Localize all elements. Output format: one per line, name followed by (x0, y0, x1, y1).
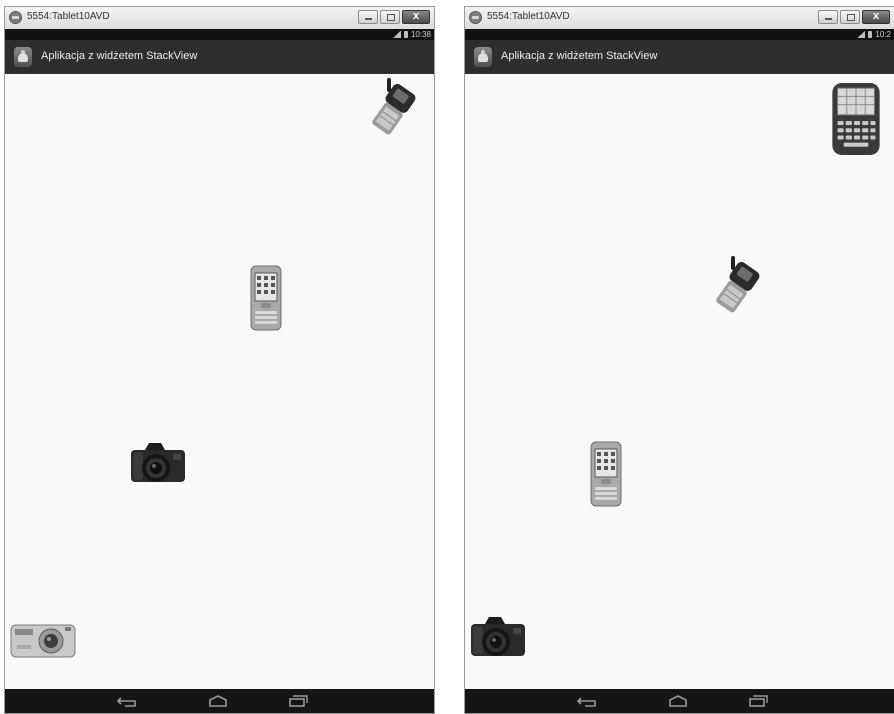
recent-apps-icon[interactable] (288, 695, 308, 707)
minimize-button[interactable] (358, 10, 378, 24)
android-status-bar: 10:38 (5, 29, 434, 40)
emulator-app-icon (9, 11, 22, 24)
back-icon[interactable] (117, 695, 139, 707)
android-nav-bar (465, 689, 894, 713)
keyboard-phone-image[interactable] (829, 82, 883, 156)
signal-icon (857, 31, 866, 38)
battery-icon (403, 31, 408, 38)
emulator-window-1: 5554:Tablet10AVD 10:38 Aplikacja z widże… (4, 6, 435, 714)
back-icon[interactable] (577, 695, 599, 707)
status-time: 10:2 (875, 30, 891, 39)
maximize-button[interactable] (840, 10, 860, 24)
app-title: Aplikacja z widżetem StackView (41, 50, 198, 62)
android-nav-bar (5, 689, 434, 713)
pda-phone-image[interactable] (249, 264, 283, 332)
emulator-window-2: 5554:Tablet10AVD 10:2 Aplikacja z widżet… (464, 6, 894, 714)
window-title: 5554:Tablet10AVD (27, 11, 110, 22)
android-status-bar: 10:2 (465, 29, 894, 40)
flip-phone-image[interactable] (709, 254, 773, 318)
window-titlebar: 5554:Tablet10AVD (5, 7, 434, 30)
android-app-icon[interactable] (474, 47, 492, 67)
window-titlebar: 5554:Tablet10AVD (465, 7, 894, 30)
action-bar: Aplikacja z widżetem StackView (5, 40, 434, 74)
app-title: Aplikacja z widżetem StackView (501, 50, 658, 62)
maximize-button[interactable] (380, 10, 400, 24)
emulator-app-icon (469, 11, 482, 24)
recent-apps-icon[interactable] (748, 695, 768, 707)
stackview[interactable] (5, 74, 434, 689)
home-icon[interactable] (668, 695, 688, 707)
status-time: 10:38 (410, 30, 431, 39)
window-title: 5554:Tablet10AVD (487, 11, 570, 22)
dslr-camera-image[interactable] (129, 442, 187, 484)
compact-camera-image[interactable] (9, 619, 77, 661)
minimize-button[interactable] (818, 10, 838, 24)
close-button[interactable] (402, 10, 430, 24)
action-bar: Aplikacja z widżetem StackView (465, 40, 894, 74)
pda-phone-image[interactable] (589, 440, 623, 508)
android-app-icon[interactable] (14, 47, 32, 67)
flip-phone-image[interactable] (365, 76, 429, 140)
home-icon[interactable] (208, 695, 228, 707)
stackview[interactable] (465, 74, 894, 689)
dslr-camera-image[interactable] (469, 616, 527, 658)
signal-icon (392, 31, 401, 38)
close-button[interactable] (862, 10, 890, 24)
battery-icon (868, 31, 873, 38)
